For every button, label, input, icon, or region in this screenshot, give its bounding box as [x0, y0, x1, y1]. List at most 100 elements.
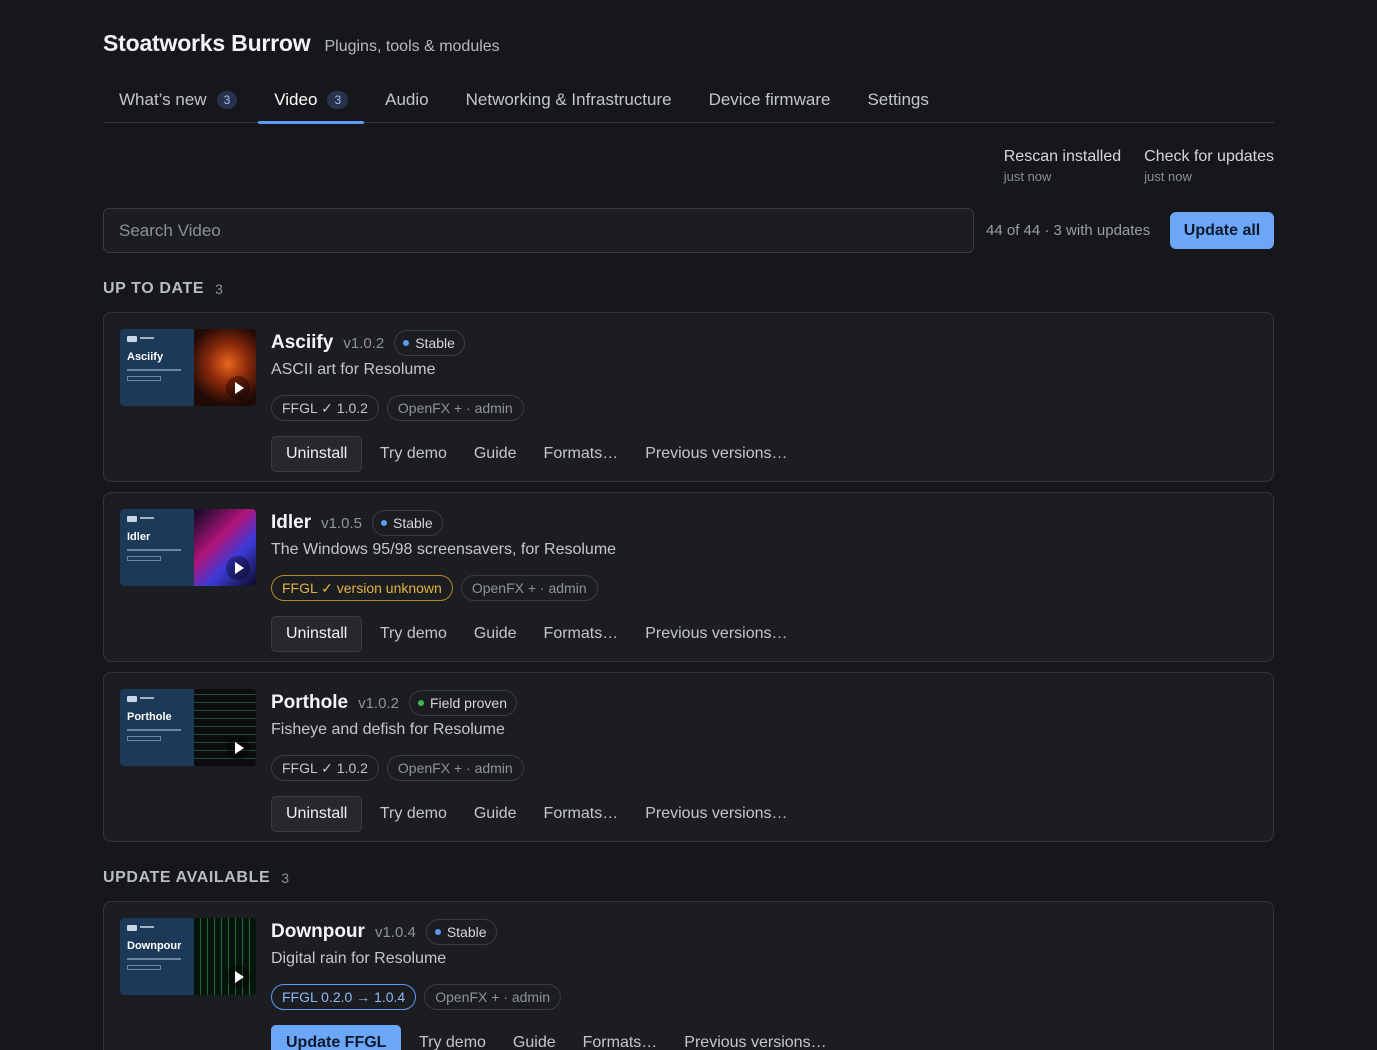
status-label: Stable [393, 515, 433, 531]
section-count: 3 [215, 281, 223, 297]
plugin-actions: Uninstall Try demo Guide Formats… Previo… [271, 796, 801, 832]
status-badge: Field proven [408, 690, 517, 716]
app-subtitle: Plugins, tools & modules [324, 38, 500, 55]
brand-logo-icon [127, 925, 137, 931]
try-demo-link[interactable]: Try demo [366, 436, 460, 472]
status-dot-icon [434, 929, 441, 935]
try-demo-link[interactable]: Try demo [405, 1025, 499, 1050]
plugin-actions: Update FFGL Try demo Guide Formats… Prev… [271, 1025, 840, 1050]
section-title: UP TO DATE [103, 280, 205, 297]
update-all-button[interactable]: Update all [1170, 212, 1274, 249]
tab-settings[interactable]: Settings [851, 76, 944, 123]
plugin-title-row: Idler v1.0.5 Stable [271, 509, 801, 537]
section-count: 3 [281, 870, 290, 886]
plugin-title-row: Asciify v1.0.2 Stable [271, 329, 801, 357]
uninstall-button[interactable]: Uninstall [271, 616, 363, 652]
plugin-name: Porthole [271, 692, 349, 713]
tab-whats-new[interactable]: What’s new 3 [103, 76, 253, 123]
plugin-description: Fisheye and defish for Resolume [271, 721, 505, 738]
brand-logo-mark [140, 517, 154, 519]
result-count: 44 of 44 · 3 with updates [986, 222, 1151, 239]
openfx-tag: OpenFX + · admin [386, 755, 524, 781]
formats-link[interactable]: Formats… [530, 616, 632, 652]
plugin-title-row: Downpour v1.0.4 Stable [271, 918, 840, 946]
brand-logo-mark [140, 337, 154, 339]
brand-logo-icon [127, 336, 137, 342]
search-input[interactable] [103, 208, 974, 253]
format-tags: FFGL ✓ 1.0.2 OpenFX + · admin [271, 395, 801, 421]
status-dot-icon [417, 700, 424, 706]
uninstall-button[interactable]: Uninstall [271, 796, 363, 832]
thumbnail-panel: Porthole [120, 689, 194, 766]
tab-device-firmware[interactable]: Device firmware [693, 76, 847, 123]
openfx-tag: OpenFX + · admin [424, 984, 561, 1010]
tab-count-badge: 3 [216, 90, 238, 109]
status-badge: Stable [372, 510, 443, 536]
thumbnail-title: Asciify [127, 351, 164, 363]
brand-logo-icon [127, 696, 137, 702]
tab-count-badge: 3 [327, 90, 349, 109]
tab-video[interactable]: Video 3 [258, 76, 365, 124]
plugin-thumbnail[interactable]: Downpour [120, 918, 256, 995]
guide-link[interactable]: Guide [499, 1025, 569, 1050]
plugin-thumbnail[interactable]: Idler [120, 509, 256, 586]
plugin-description: ASCII art for Resolume [271, 361, 436, 378]
action-label: Rescan installed [1003, 148, 1122, 165]
thumbnail-decoration [127, 549, 181, 551]
format-tags: FFGL 0.2.0 → 1.0.4 OpenFX + · admin [271, 984, 840, 1010]
formats-link[interactable]: Formats… [569, 1025, 671, 1050]
try-demo-link[interactable]: Try demo [366, 796, 460, 832]
plugin-name: Asciify [271, 332, 334, 353]
plugin-description: Digital rain for Resolume [271, 950, 447, 967]
guide-link[interactable]: Guide [460, 796, 530, 832]
previous-versions-link[interactable]: Previous versions… [632, 436, 801, 472]
status-dot-icon [381, 520, 387, 526]
action-timestamp: just now [1144, 169, 1192, 184]
previous-versions-link[interactable]: Previous versions… [632, 796, 801, 832]
thumbnail-panel: Idler [120, 509, 194, 586]
tab-label: What’s new [119, 89, 207, 109]
try-demo-link[interactable]: Try demo [366, 616, 460, 652]
plugin-actions: Uninstall Try demo Guide Formats… Previo… [271, 616, 801, 652]
plugin-thumbnail[interactable]: Porthole [120, 689, 256, 766]
plugin-card: Asciify Asciify v1.0.2 Stable ASCII art … [103, 312, 1274, 482]
uninstall-button[interactable]: Uninstall [271, 436, 363, 472]
tab-audio[interactable]: Audio [369, 76, 444, 123]
tab-label: Audio [385, 89, 429, 109]
thumbnail-title: Porthole [127, 711, 172, 723]
plugin-title-row: Porthole v1.0.2 Field proven [271, 689, 801, 717]
brand-logo-icon [127, 516, 137, 522]
plugin-thumbnail[interactable]: Asciify [120, 329, 256, 406]
previous-versions-link[interactable]: Previous versions… [632, 616, 801, 652]
thumbnail-preview [194, 509, 256, 586]
app-header: Stoatworks Burrow Plugins, tools & modul… [103, 30, 500, 57]
previous-versions-link[interactable]: Previous versions… [671, 1025, 840, 1050]
guide-link[interactable]: Guide [460, 436, 530, 472]
formats-link[interactable]: Formats… [530, 796, 632, 832]
update-ffgl-button[interactable]: Update FFGL [271, 1025, 402, 1050]
formats-link[interactable]: Formats… [530, 436, 632, 472]
status-label: Stable [415, 335, 455, 351]
plugin-card: Downpour Downpour v1.0.4 Stable Digital … [103, 901, 1274, 1050]
plugin-version: v1.0.2 [343, 334, 385, 352]
plugin-version: v1.0.2 [358, 694, 399, 712]
guide-link[interactable]: Guide [460, 616, 530, 652]
tab-bar: What’s new 3 Video 3 Audio Networking & … [103, 76, 1274, 124]
format-tags: FFGL ✓ version unknown OpenFX + · admin [271, 575, 801, 601]
thumbnail-panel: Asciify [120, 329, 194, 406]
header-actions: Rescan installed just now Check for upda… [1004, 148, 1274, 184]
format-tags: FFGL ✓ 1.0.2 OpenFX + · admin [271, 755, 801, 781]
plugin-name: Downpour [271, 921, 365, 942]
status-label: Stable [446, 924, 487, 940]
action-timestamp: just now [1003, 169, 1052, 184]
plugin-version: v1.0.4 [374, 923, 416, 941]
search-row: 44 of 44 · 3 with updates Update all [103, 208, 1274, 253]
thumbnail-decoration [127, 958, 181, 960]
tab-networking[interactable]: Networking & Infrastructure [450, 76, 688, 123]
check-updates-button[interactable]: Check for updates just now [1144, 148, 1274, 184]
ffgl-tag: FFGL ✓ 1.0.2 [271, 395, 379, 421]
ffgl-update-tag: FFGL 0.2.0 → 1.0.4 [271, 984, 417, 1010]
status-badge: Stable [425, 919, 497, 945]
plugin-version: v1.0.5 [321, 514, 362, 532]
rescan-installed-button[interactable]: Rescan installed just now [1004, 148, 1121, 184]
